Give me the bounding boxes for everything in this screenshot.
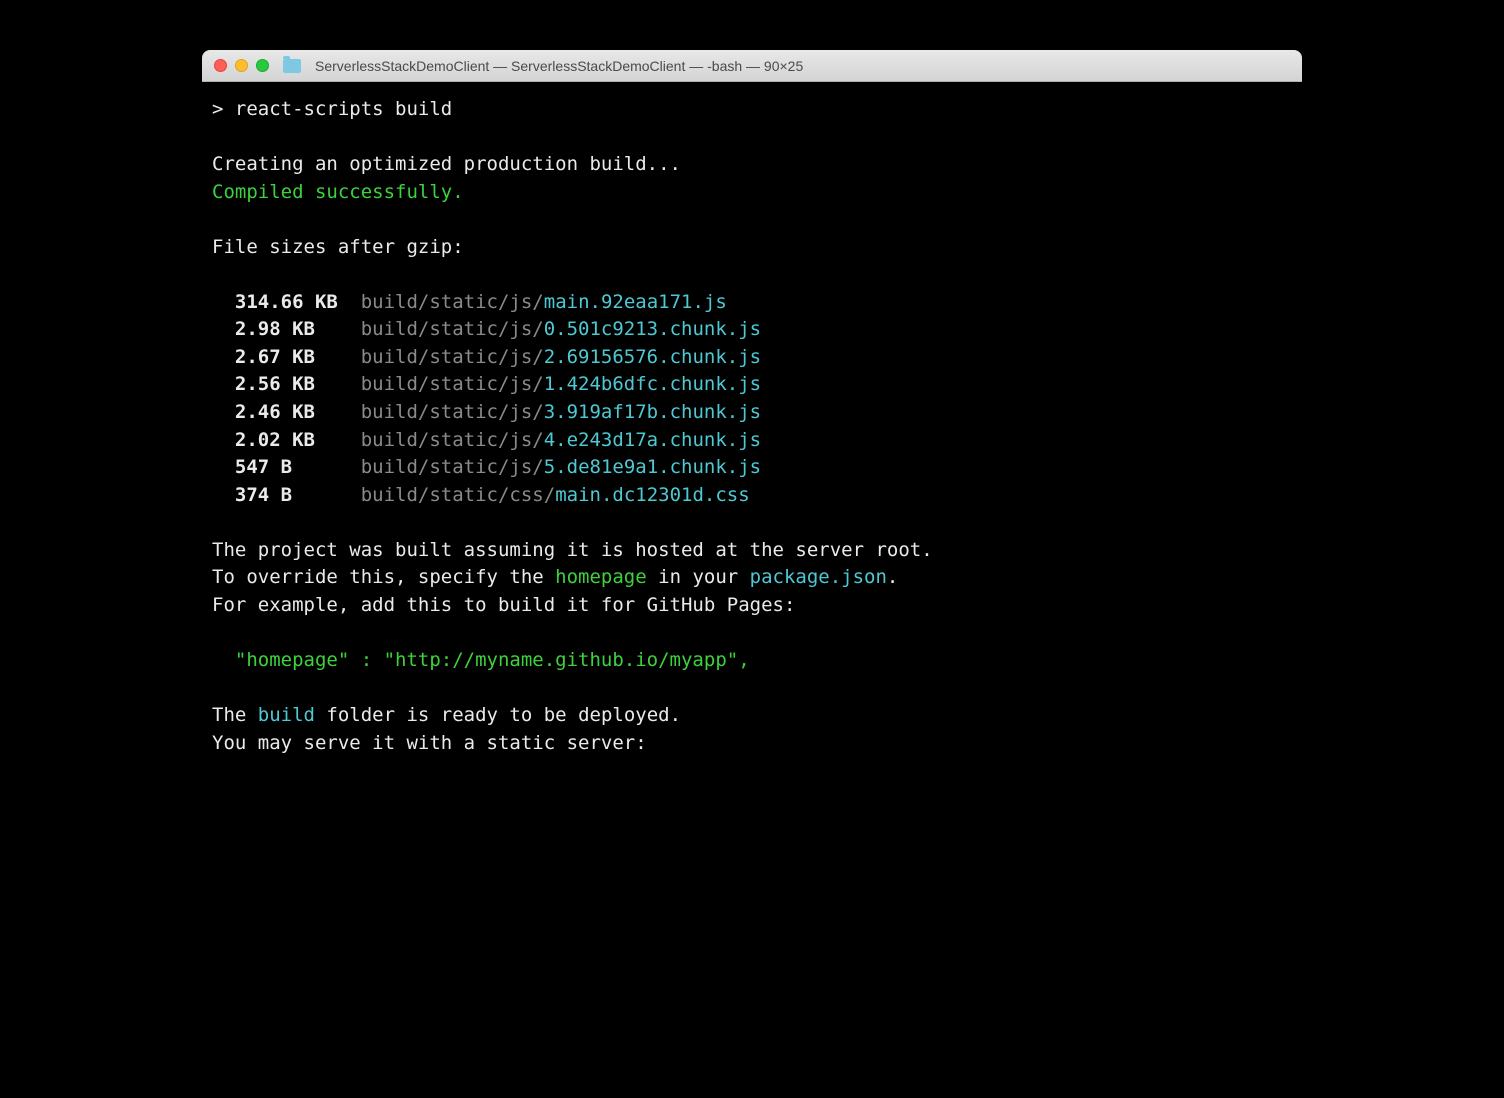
file-dir: build/static/js/ <box>315 318 544 340</box>
file-name: 0.501c9213.chunk.js <box>544 318 761 340</box>
window-title: ServerlessStackDemoClient — ServerlessSt… <box>315 58 803 74</box>
file-row: 2.98 KB build/static/js/0.501c9213.chunk… <box>212 316 1292 344</box>
file-size: 314.66 KB <box>212 291 338 313</box>
file-name: 2.69156576.chunk.js <box>544 346 761 368</box>
close-icon[interactable] <box>214 59 227 72</box>
file-size: 374 B <box>212 484 292 506</box>
file-row: 2.46 KB build/static/js/3.919af17b.chunk… <box>212 399 1292 427</box>
file-row: 314.66 KB build/static/js/main.92eaa171.… <box>212 289 1292 317</box>
file-size: 2.46 KB <box>212 401 315 423</box>
command-line: > react-scripts build <box>212 96 1292 124</box>
terminal-window: ServerlessStackDemoClient — ServerlessSt… <box>202 50 1302 807</box>
example-line: "homepage" : "http://myname.github.io/my… <box>212 647 1292 675</box>
file-dir: build/static/js/ <box>315 373 544 395</box>
file-name: main.92eaa171.js <box>544 291 727 313</box>
msg-root: The project was built assuming it is hos… <box>212 537 1292 565</box>
file-name: 3.919af17b.chunk.js <box>544 401 761 423</box>
file-row: 2.67 KB build/static/js/2.69156576.chunk… <box>212 344 1292 372</box>
file-dir: build/static/js/ <box>315 346 544 368</box>
file-row: 2.02 KB build/static/js/4.e243d17a.chunk… <box>212 427 1292 455</box>
file-dir: build/static/js/ <box>292 456 544 478</box>
file-size: 2.98 KB <box>212 318 315 340</box>
msg-static-server: You may serve it with a static server: <box>212 730 1292 758</box>
file-row: 374 B build/static/css/main.dc12301d.css <box>212 482 1292 510</box>
msg-example-intro: For example, add this to build it for Gi… <box>212 592 1292 620</box>
file-dir: build/static/css/ <box>292 484 555 506</box>
msg-override: To override this, specify the homepage i… <box>212 564 1292 592</box>
file-row: 2.56 KB build/static/js/1.424b6dfc.chunk… <box>212 371 1292 399</box>
file-name: 5.de81e9a1.chunk.js <box>544 456 761 478</box>
file-dir: build/static/js/ <box>315 429 544 451</box>
files-list: 314.66 KB build/static/js/main.92eaa171.… <box>212 289 1292 509</box>
file-name: 1.424b6dfc.chunk.js <box>544 373 761 395</box>
minimize-icon[interactable] <box>235 59 248 72</box>
window-titlebar: ServerlessStackDemoClient — ServerlessSt… <box>202 50 1302 82</box>
compiled-line: Compiled successfully. <box>212 179 1292 207</box>
file-row: 547 B build/static/js/5.de81e9a1.chunk.j… <box>212 454 1292 482</box>
terminal-body[interactable]: > react-scripts build Creating an optimi… <box>202 82 1302 807</box>
msg-build-ready: The build folder is ready to be deployed… <box>212 702 1292 730</box>
file-size: 2.67 KB <box>212 346 315 368</box>
sizes-header: File sizes after gzip: <box>212 234 1292 262</box>
creating-line: Creating an optimized production build..… <box>212 151 1292 179</box>
file-size: 2.56 KB <box>212 373 315 395</box>
file-name: 4.e243d17a.chunk.js <box>544 429 761 451</box>
file-size: 2.02 KB <box>212 429 315 451</box>
maximize-icon[interactable] <box>256 59 269 72</box>
folder-icon <box>283 59 301 73</box>
file-name: main.dc12301d.css <box>555 484 749 506</box>
file-dir: build/static/js/ <box>338 291 544 313</box>
file-dir: build/static/js/ <box>315 401 544 423</box>
file-size: 547 B <box>212 456 292 478</box>
